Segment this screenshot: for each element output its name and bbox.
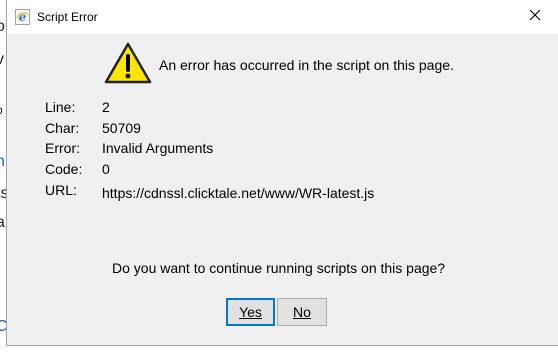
no-button-label: No xyxy=(293,304,311,320)
detail-label: URL: xyxy=(45,182,77,198)
bg-fragment: v xyxy=(0,51,4,68)
detail-value: https://cdnssl.clicktale.net/www/WR-late… xyxy=(102,185,375,201)
background-page-bottom xyxy=(0,346,558,355)
detail-value: 2 xyxy=(102,99,110,115)
detail-label: Line: xyxy=(45,99,76,115)
dialog-title: Script Error xyxy=(37,10,98,24)
detail-label: Char: xyxy=(45,120,80,136)
svg-text:e: e xyxy=(19,10,27,24)
detail-value: 50709 xyxy=(102,120,141,136)
title-bar[interactable]: e Script Error xyxy=(7,0,558,34)
warning-icon xyxy=(104,41,152,85)
error-message: An error has occurred in the script on t… xyxy=(159,57,454,73)
detail-value: Invalid Arguments xyxy=(102,140,214,156)
yes-button-label: Yes xyxy=(239,304,262,320)
script-error-dialog: e Script Error An error has occurred in … xyxy=(6,0,558,346)
detail-value: 0 xyxy=(102,161,110,177)
yes-button[interactable]: Yes xyxy=(226,298,275,326)
bg-fragment: n xyxy=(0,153,5,170)
internet-explorer-icon: e xyxy=(15,9,30,25)
close-icon xyxy=(529,8,541,26)
detail-label: Error: xyxy=(45,140,80,156)
close-button[interactable] xyxy=(512,0,558,34)
bg-fragment: a xyxy=(0,214,5,231)
detail-label: Code: xyxy=(45,161,83,177)
continue-question: Do you want to continue running scripts … xyxy=(112,260,446,276)
no-button[interactable]: No xyxy=(277,298,327,326)
bg-fragment: b xyxy=(0,103,3,117)
